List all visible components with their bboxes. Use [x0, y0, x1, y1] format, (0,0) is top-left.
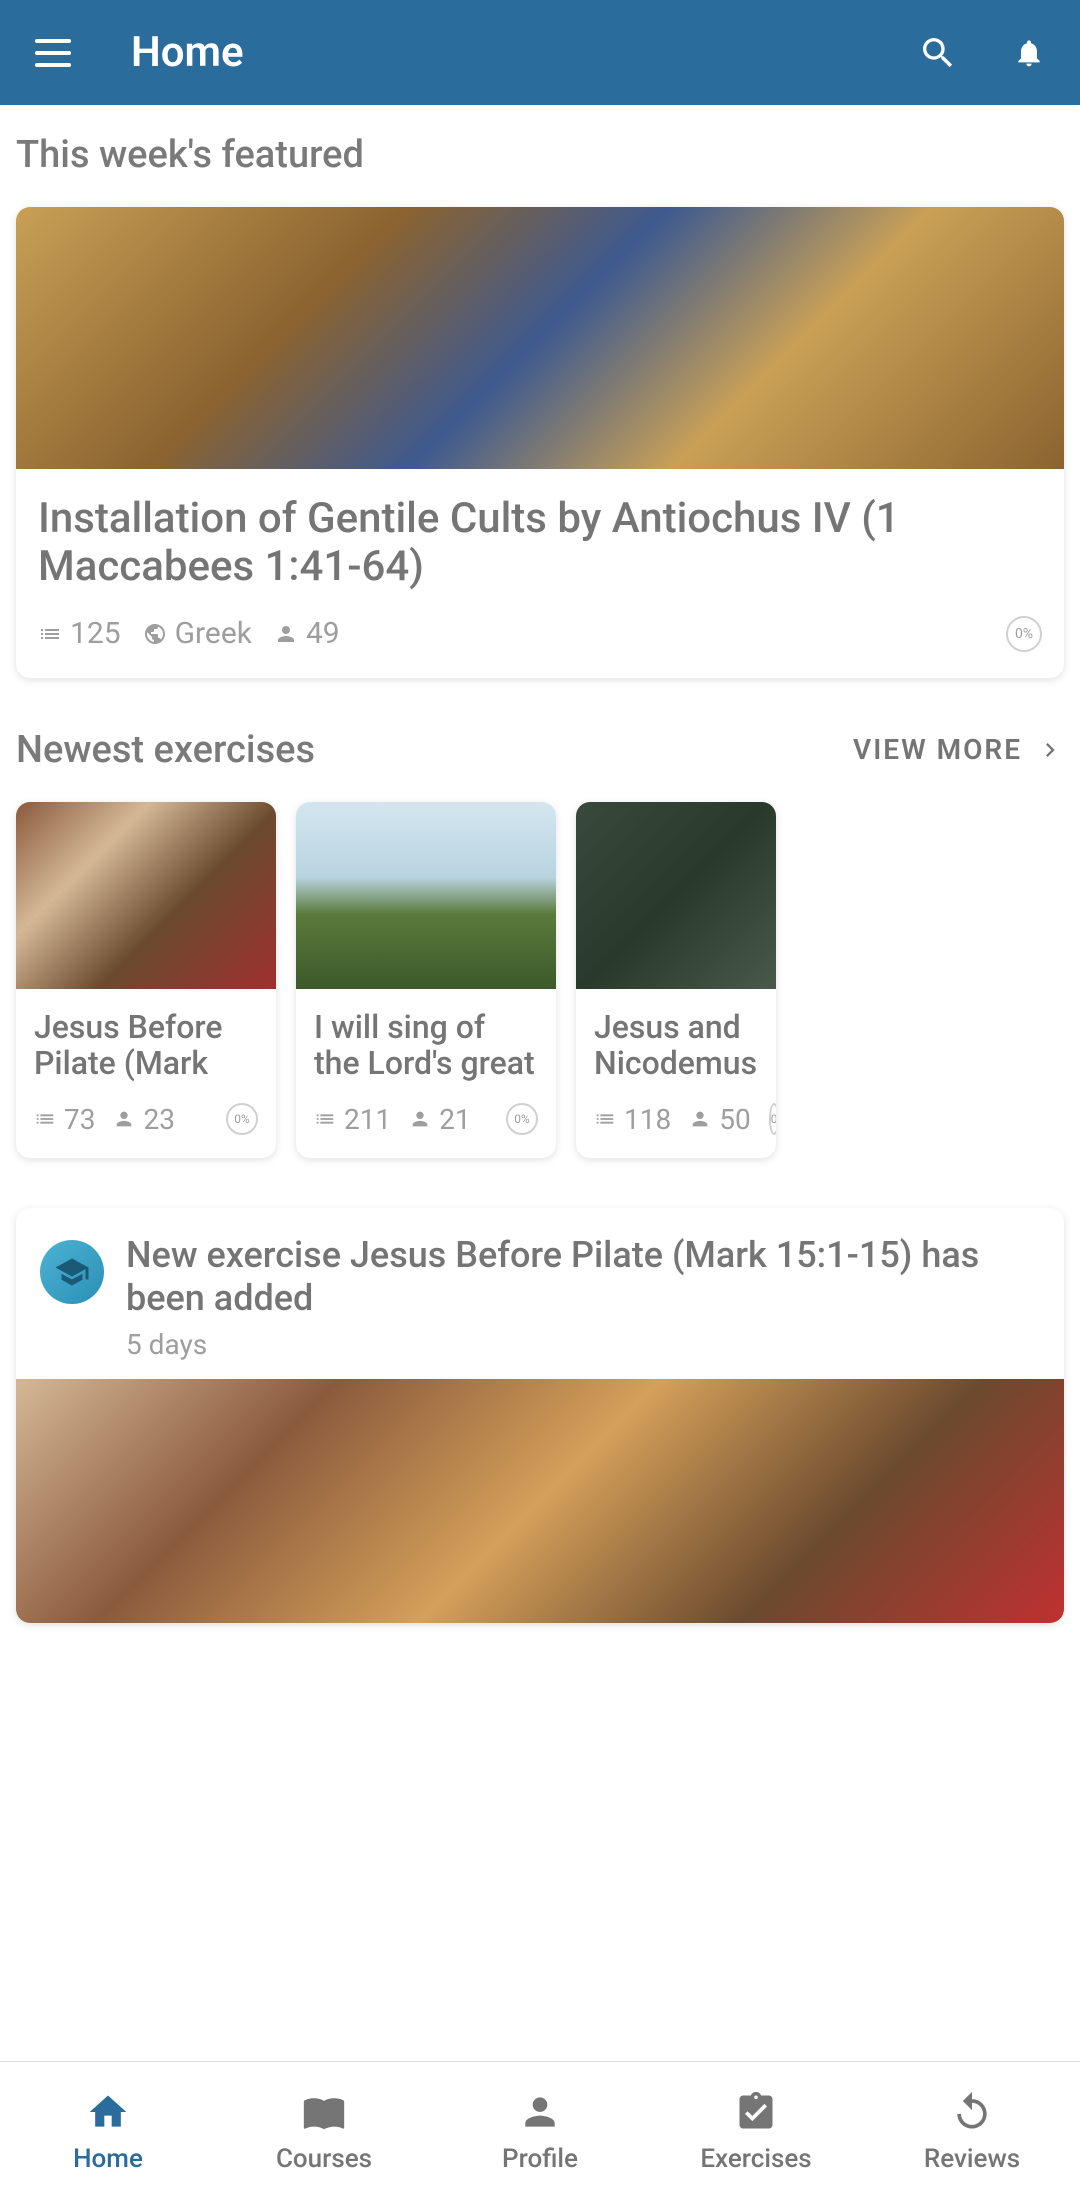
exercise-meta: 118 50 0 — [594, 1103, 758, 1136]
list-icon — [594, 1108, 616, 1130]
progress-badge: 0% — [226, 1103, 258, 1135]
exercise-card[interactable]: Jesus Before Pilate (Mark 15:1-… 73 23 0… — [16, 802, 276, 1158]
bell-icon[interactable] — [1013, 35, 1045, 71]
bottom-nav: Home Courses Profile Exercises Reviews — [0, 2061, 1080, 2201]
exercise-title: I will sing of the Lord's great lov… — [314, 1009, 538, 1083]
progress-badge: 0% — [506, 1103, 538, 1135]
featured-section-title: This week's featured — [16, 133, 1064, 177]
featured-image — [16, 207, 1064, 469]
exercise-title: Jesus and Nicodemus (J — [594, 1009, 758, 1083]
main-content: This week's featured Installation of Gen… — [0, 105, 1080, 1623]
refresh-icon — [950, 2090, 994, 2134]
people-value: 21 — [439, 1103, 470, 1136]
nav-reviews[interactable]: Reviews — [864, 2062, 1080, 2201]
newest-section-title: Newest exercises — [16, 728, 315, 772]
exercise-image — [576, 802, 776, 989]
clipboard-icon — [734, 2090, 778, 2134]
chevron-right-icon — [1036, 736, 1064, 764]
feed-avatar — [40, 1240, 104, 1304]
menu-icon[interactable] — [35, 39, 71, 67]
people-meta: 21 — [409, 1103, 470, 1136]
people-meta: 49 — [274, 616, 340, 651]
list-icon — [34, 1108, 56, 1130]
count-value: 125 — [70, 616, 121, 651]
exercise-card[interactable]: I will sing of the Lord's great lov… 211… — [296, 802, 556, 1158]
person-icon — [518, 2090, 562, 2134]
view-more-label: VIEW MORE — [853, 733, 1022, 766]
count-meta: 73 — [34, 1103, 95, 1136]
person-icon — [113, 1108, 135, 1130]
feed-title: New exercise Jesus Before Pilate (Mark 1… — [126, 1234, 1040, 1320]
count-meta: 211 — [314, 1103, 391, 1136]
view-more-button[interactable]: VIEW MORE — [853, 733, 1064, 766]
person-icon — [409, 1108, 431, 1130]
nav-label: Reviews — [924, 2144, 1020, 2174]
exercise-meta: 73 23 0% — [34, 1103, 258, 1136]
exercise-image — [296, 802, 556, 989]
nav-label: Exercises — [700, 2144, 811, 2174]
exercise-meta: 211 21 0% — [314, 1103, 538, 1136]
nav-label: Courses — [276, 2144, 372, 2174]
featured-meta: 125 Greek 49 0% — [38, 616, 1042, 652]
feed-image — [16, 1379, 1064, 1623]
home-icon — [86, 2090, 130, 2134]
app-header: Home — [0, 0, 1080, 105]
exercise-card[interactable]: Jesus and Nicodemus (J 118 50 0 — [576, 802, 776, 1158]
feed-text: New exercise Jesus Before Pilate (Mark 1… — [126, 1234, 1040, 1361]
book-icon — [302, 2090, 346, 2134]
nav-exercises[interactable]: Exercises — [648, 2062, 864, 2201]
person-icon — [274, 622, 298, 646]
nav-home[interactable]: Home — [0, 2062, 216, 2201]
person-icon — [689, 1108, 711, 1130]
search-icon[interactable] — [918, 33, 958, 73]
exercises-row[interactable]: Jesus Before Pilate (Mark 15:1-… 73 23 0… — [16, 802, 1064, 1158]
list-icon — [38, 622, 62, 646]
people-meta: 23 — [113, 1103, 174, 1136]
progress-badge: 0 — [769, 1103, 776, 1135]
globe-icon — [143, 622, 167, 646]
newest-section-header: Newest exercises VIEW MORE — [16, 728, 1064, 772]
feed-header: New exercise Jesus Before Pilate (Mark 1… — [16, 1208, 1064, 1379]
nav-label: Home — [73, 2144, 143, 2174]
featured-card[interactable]: Installation of Gentile Cults by Antioch… — [16, 207, 1064, 678]
nav-courses[interactable]: Courses — [216, 2062, 432, 2201]
exercise-image — [16, 802, 276, 989]
featured-title: Installation of Gentile Cults by Antioch… — [38, 495, 1042, 592]
page-title: Home — [131, 28, 918, 77]
feed-card[interactable]: New exercise Jesus Before Pilate (Mark 1… — [16, 1208, 1064, 1623]
list-icon — [314, 1108, 336, 1130]
count-value: 73 — [64, 1103, 95, 1136]
count-value: 211 — [344, 1103, 391, 1136]
nav-label: Profile — [502, 2144, 578, 2174]
graduation-icon — [54, 1254, 90, 1290]
count-meta: 125 — [38, 616, 121, 651]
progress-badge: 0% — [1006, 616, 1042, 652]
count-value: 118 — [624, 1103, 671, 1136]
featured-body: Installation of Gentile Cults by Antioch… — [16, 469, 1064, 678]
language-meta: Greek — [143, 616, 252, 651]
people-meta: 50 — [689, 1103, 750, 1136]
people-value: 49 — [306, 616, 340, 651]
count-meta: 118 — [594, 1103, 671, 1136]
people-value: 23 — [143, 1103, 174, 1136]
people-value: 50 — [719, 1103, 750, 1136]
language-value: Greek — [175, 616, 252, 651]
exercise-title: Jesus Before Pilate (Mark 15:1-… — [34, 1009, 258, 1083]
feed-time: 5 days — [126, 1328, 1040, 1361]
nav-profile[interactable]: Profile — [432, 2062, 648, 2201]
